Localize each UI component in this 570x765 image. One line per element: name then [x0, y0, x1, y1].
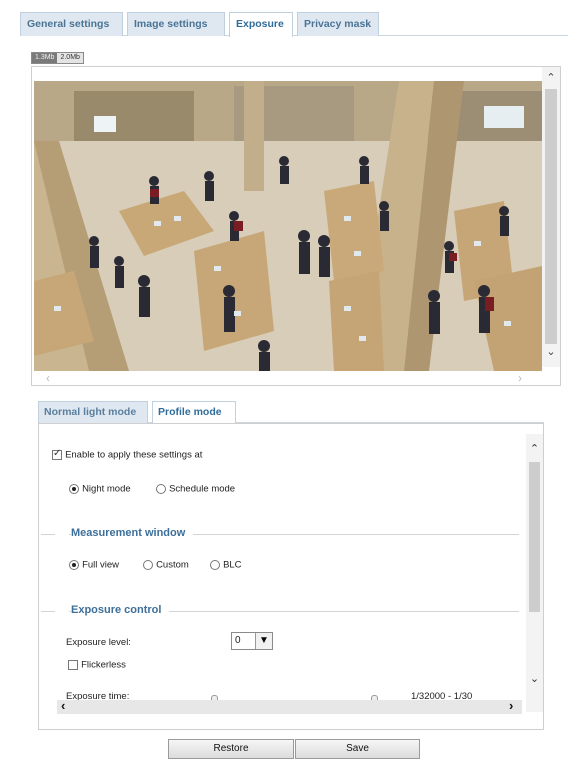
chevron-up-icon[interactable]: ⌃ [526, 442, 543, 455]
enable-label: Enable to apply these settings at [65, 449, 203, 461]
night-mode-option[interactable]: Night mode [69, 483, 131, 495]
full-view-option[interactable]: Full view [69, 559, 119, 571]
panel-vertical-scrollbar[interactable]: ⌃ ⌄ [526, 434, 543, 712]
custom-radio[interactable] [143, 560, 153, 571]
resolution-button-1[interactable]: 1.3Mb [32, 53, 58, 63]
settings-tabs: General settings Image settings Exposure… [20, 12, 568, 37]
tab-exposure[interactable]: Exposure [229, 12, 293, 37]
chevron-left-icon[interactable]: ‹ [61, 699, 65, 713]
divider [41, 611, 55, 612]
exposure-control-title: Exposure control [71, 604, 170, 616]
divider [41, 534, 55, 535]
live-view-panel: ⌃ ⌄ ‹ › [31, 66, 561, 386]
custom-label: Custom [156, 559, 189, 571]
chevron-down-icon[interactable]: ⌄ [526, 672, 543, 685]
save-button[interactable]: Save [295, 739, 420, 759]
chevron-left-icon[interactable]: ‹ [46, 371, 50, 385]
blc-radio[interactable] [210, 560, 220, 571]
exposure-level-select[interactable]: 0 ▼ [231, 632, 273, 650]
flickerless-label: Flickerless [81, 659, 126, 671]
full-view-radio[interactable] [69, 560, 79, 571]
flickerless-checkbox[interactable] [68, 660, 78, 671]
schedule-mode-option[interactable]: Schedule mode [156, 483, 235, 495]
video-horizontal-scrollbar[interactable]: ‹ › [32, 371, 542, 385]
measurement-window-title: Measurement window [71, 527, 194, 539]
tab-general-settings[interactable]: General settings [20, 12, 123, 36]
measurement-window-section: Measurement window [41, 527, 519, 541]
chevron-down-icon[interactable]: ⌄ [542, 345, 560, 358]
night-mode-radio[interactable] [69, 484, 79, 495]
tab-normal-light-mode[interactable]: Normal light mode [38, 401, 148, 423]
profile-settings-panel: Enable to apply these settings at Night … [38, 423, 544, 730]
chevron-right-icon[interactable]: › [518, 371, 522, 385]
full-view-label: Full view [82, 559, 120, 571]
exposure-control-section: Exposure control [41, 604, 519, 618]
chevron-down-icon[interactable]: ▼ [255, 633, 272, 649]
scrollbar-thumb[interactable] [545, 89, 557, 344]
scrollbar-thumb[interactable] [529, 462, 540, 612]
custom-option[interactable]: Custom [143, 559, 189, 571]
panel-horizontal-scrollbar[interactable]: ‹ › [57, 699, 522, 714]
resolution-toggle: 1.3Mb 2.0Mb [31, 52, 84, 64]
tab-privacy-mask[interactable]: Privacy mask [297, 12, 379, 36]
exposure-level-value: 0 [235, 635, 241, 646]
enable-row: Enable to apply these settings at [52, 448, 203, 461]
chevron-right-icon[interactable]: › [509, 699, 513, 713]
night-mode-label: Night mode [82, 483, 131, 495]
tab-profile-mode[interactable]: Profile mode [152, 401, 236, 424]
video-vertical-scrollbar[interactable]: ⌃ ⌄ [542, 67, 560, 367]
restore-button[interactable]: Restore [168, 739, 294, 759]
schedule-mode-radio[interactable] [156, 484, 166, 495]
tab-image-settings[interactable]: Image settings [127, 12, 225, 36]
enable-checkbox[interactable] [52, 448, 62, 461]
exposure-level-label: Exposure level: [66, 637, 131, 648]
live-video-image [34, 81, 542, 371]
resolution-button-2[interactable]: 2.0Mb [57, 53, 83, 63]
blc-option[interactable]: BLC [210, 559, 242, 571]
blc-label: BLC [223, 559, 242, 571]
flickerless-row: Flickerless [68, 659, 126, 671]
mode-tabs: Normal light mode Profile mode [38, 401, 544, 424]
schedule-mode-label: Schedule mode [169, 483, 236, 495]
chevron-up-icon[interactable]: ⌃ [542, 71, 560, 84]
